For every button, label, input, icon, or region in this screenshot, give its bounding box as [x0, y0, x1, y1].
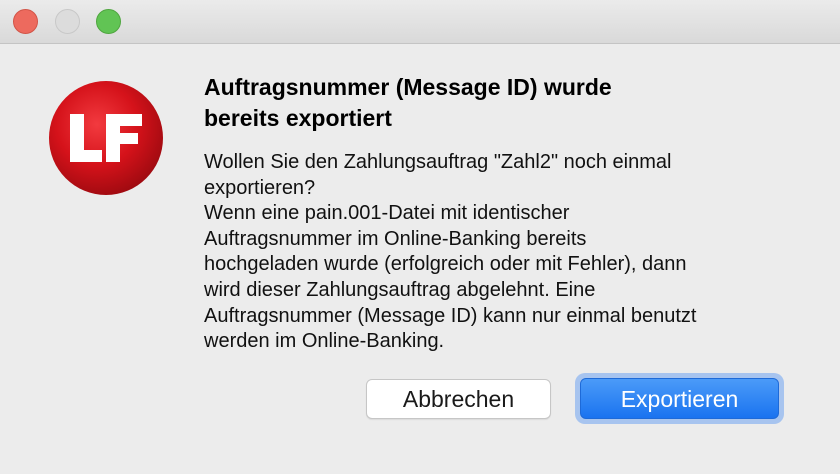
dialog-content: Auftragsnummer (Message ID) wurde bereit…	[204, 72, 804, 355]
dialog-headline-line: bereits exportiert	[204, 105, 392, 131]
minimize-window-button[interactable]	[55, 9, 80, 34]
dialog-message-line: werden im Online-Banking.	[204, 330, 445, 353]
dialog-message-line: hochgeladen wurde (erfolgreich oder mit …	[204, 253, 687, 276]
export-button[interactable]: Exportieren	[580, 378, 779, 419]
dialog-message-line: Wollen Sie den Zahlungsauftrag "Zahl2" n…	[204, 151, 672, 173]
dialog-message-line: wird dieser Zahlungsauftrag abgelehnt. E…	[204, 278, 596, 301]
close-window-button[interactable]	[13, 9, 38, 34]
dialog-headline-line: Auftragsnummer (Message ID) wurde	[204, 74, 612, 100]
alert-dialog-window: Auftragsnummer (Message ID) wurde bereit…	[0, 0, 840, 474]
zoom-window-button[interactable]	[96, 9, 121, 34]
dialog-message-line: Wenn eine pain.001-Datei mit identischer	[204, 202, 570, 225]
cancel-button[interactable]: Abbrechen	[366, 379, 551, 419]
dialog-headline: Auftragsnummer (Message ID) wurde bereit…	[204, 72, 804, 134]
dialog-message-line: Auftragsnummer im Online-Banking bereits	[204, 227, 587, 250]
title-bar	[0, 0, 840, 44]
lf-app-logo-icon	[49, 81, 163, 195]
dialog-message-line: Auftragsnummer (Message ID) kann nur ein…	[204, 304, 697, 327]
dialog-message-line: exportieren?	[204, 176, 316, 199]
dialog-message: Wollen Sie den Zahlungsauftrag "Zahl2" n…	[204, 150, 804, 355]
